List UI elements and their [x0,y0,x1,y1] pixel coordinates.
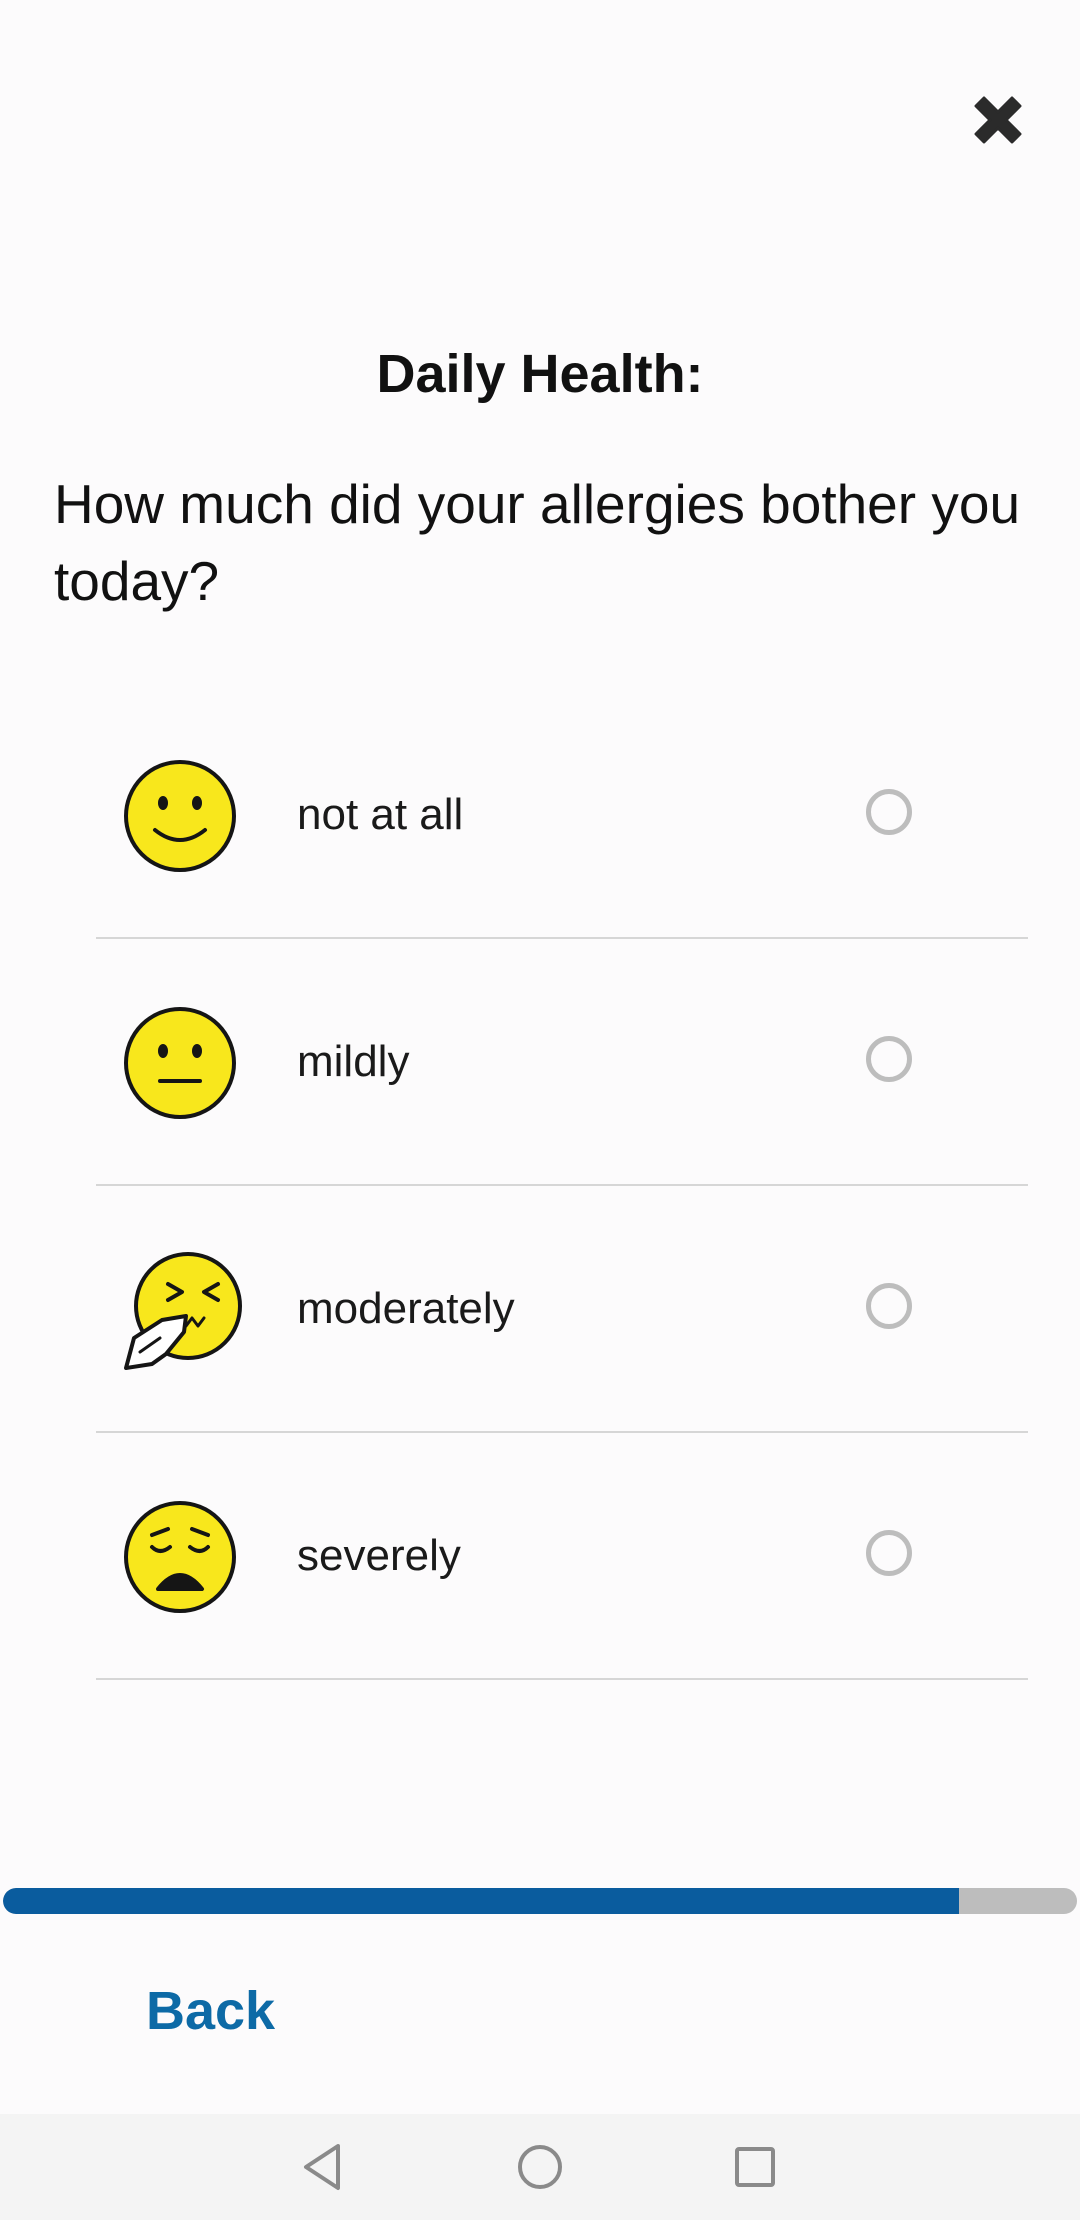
slightly-smiling-face-icon [122,758,238,874]
option-not-at-all[interactable]: not at all [96,692,1028,939]
neutral-face-icon [122,1005,238,1121]
close-icon [974,96,1022,144]
back-button[interactable]: Back [146,1976,275,2046]
back-triangle-icon[interactable] [294,2138,352,2196]
home-circle-icon[interactable] [511,2138,569,2196]
sneezing-face-icon [122,1252,242,1370]
answer-options: not at all mildly moderately severely [96,692,1028,1680]
option-mildly[interactable]: mildly [96,939,1028,1186]
survey-screen: Daily Health: How much did your allergie… [0,0,1080,2220]
radio-button[interactable] [866,789,912,835]
system-navigation-bar [0,2114,1080,2220]
option-label: mildly [297,1037,410,1086]
option-label: severely [297,1531,461,1580]
radio-button[interactable] [866,1530,912,1576]
question-text: How much did your allergies bother you t… [54,473,1021,612]
recents-square-icon[interactable] [726,2138,784,2196]
weary-face-icon [122,1499,238,1615]
close-button[interactable] [966,88,1030,152]
radio-button[interactable] [866,1283,912,1329]
option-label: not at all [297,790,464,839]
progress-fill [3,1888,959,1914]
page-title: Daily Health: [376,344,704,404]
progress-bar [3,1888,1077,1914]
option-label: moderately [297,1284,515,1333]
radio-button[interactable] [866,1036,912,1082]
option-moderately[interactable]: moderately [96,1186,1028,1433]
option-severely[interactable]: severely [96,1433,1028,1680]
